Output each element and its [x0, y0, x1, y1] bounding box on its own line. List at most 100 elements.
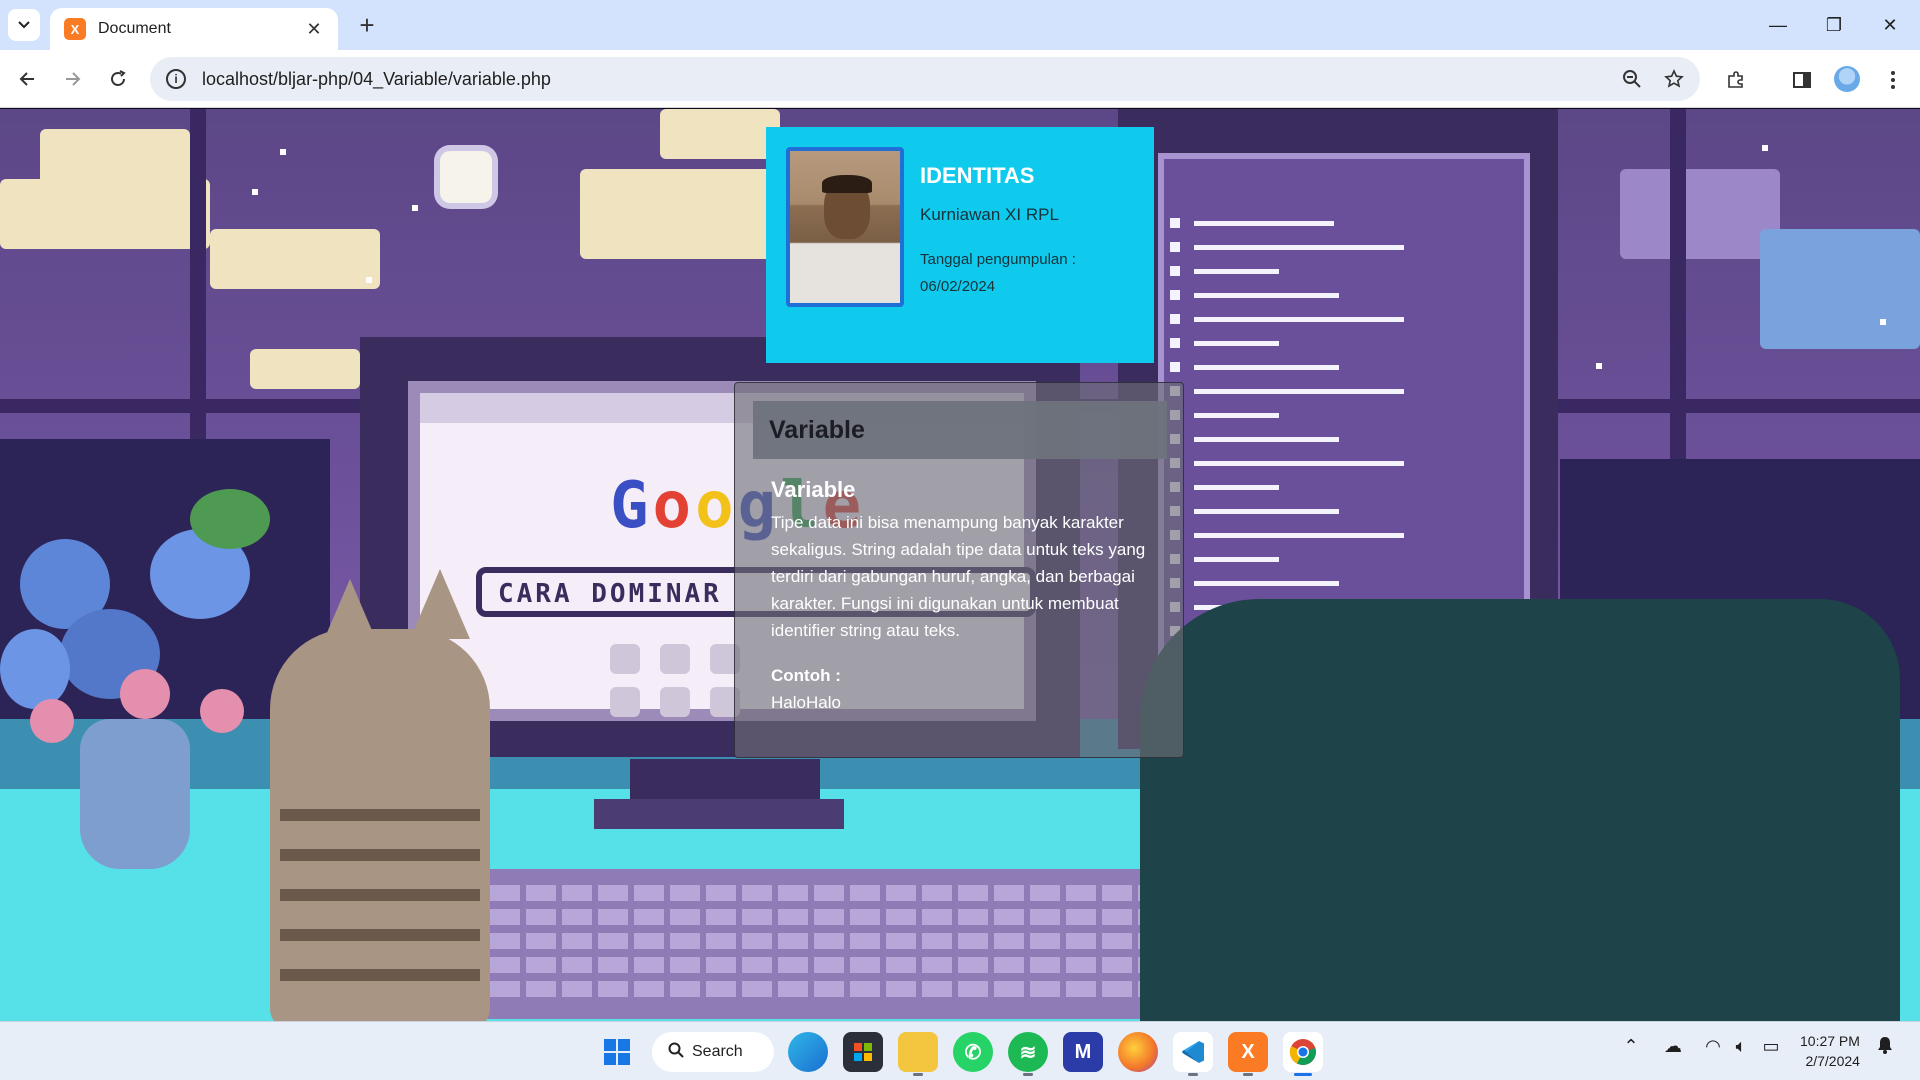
profile-avatar[interactable] [1834, 66, 1860, 92]
search-label: Search [692, 1043, 743, 1060]
extensions-puzzle-icon[interactable] [1720, 64, 1752, 96]
bookmark-star-icon[interactable] [1658, 67, 1690, 91]
vase [80, 719, 190, 869]
windows-start-icon[interactable] [597, 1032, 637, 1072]
code-line [1194, 509, 1339, 514]
minimize-button[interactable]: — [1758, 10, 1798, 40]
chrome-icon[interactable] [1283, 1032, 1323, 1072]
code-line [1194, 269, 1279, 274]
wifi-icon[interactable]: ◠ [1698, 1036, 1728, 1057]
code-line [1194, 485, 1279, 490]
tab-search-button[interactable] [8, 9, 40, 41]
back-button[interactable] [12, 63, 44, 95]
chair [1140, 599, 1900, 1021]
show-hidden-icons-chevron-icon[interactable]: ⌃ [1616, 1036, 1646, 1057]
running-indicator [1023, 1073, 1033, 1076]
cat-stripe [280, 809, 480, 821]
taskbar-search[interactable]: Search [652, 1032, 774, 1072]
star [412, 205, 418, 211]
address-bar[interactable]: i localhost/bljar-php/04_Variable/variab… [150, 57, 1700, 101]
xampp-icon[interactable]: X [1228, 1032, 1268, 1072]
variable-card: Variable Variable Tipe data ini bisa men… [734, 382, 1184, 758]
cloud [660, 109, 780, 159]
variable-description: Tipe data ini bisa menampung banyak kara… [771, 513, 1146, 640]
onedrive-cloud-icon[interactable]: ☁ [1658, 1036, 1688, 1057]
edge-icon[interactable] [788, 1032, 828, 1072]
keyboard-row [490, 957, 1150, 973]
taskbar-clock[interactable]: 10:27 PM 2/7/2024 [1800, 1031, 1860, 1071]
submission-date-label: Tanggal pengumpulan : [920, 251, 1076, 268]
tab-title: Document [98, 20, 171, 37]
pink-flower [30, 699, 74, 743]
cloud [1760, 229, 1920, 349]
volume-icon[interactable]: 🔈︎ [1726, 1036, 1756, 1057]
file-explorer-icon[interactable] [898, 1032, 938, 1072]
cat-stripe [280, 889, 480, 901]
tab-close-button[interactable]: ✕ [302, 19, 326, 40]
code-line [1194, 461, 1404, 466]
side-panel-icon[interactable] [1786, 64, 1818, 96]
example-label: Contoh : [771, 666, 841, 685]
star [1880, 319, 1886, 325]
reload-button[interactable] [102, 63, 134, 95]
leaf [190, 489, 270, 549]
whatsapp-icon[interactable]: ✆ [953, 1032, 993, 1072]
variable-card-title: Variable [769, 415, 865, 444]
code-line [1194, 533, 1404, 538]
code-bullet [1170, 218, 1180, 228]
photo-hair [822, 175, 872, 193]
url-text[interactable]: localhost/bljar-php/04_Variable/variable… [202, 69, 551, 90]
clock-time: 10:27 PM [1800, 1033, 1860, 1049]
code-line [1194, 581, 1339, 586]
monitor-stand-base [594, 799, 844, 829]
cloud [250, 349, 360, 389]
arrow-right-icon [66, 72, 81, 86]
cat-ear [320, 579, 380, 649]
code-line [1194, 365, 1339, 370]
vscode-icon[interactable] [1173, 1032, 1213, 1072]
search-icon [668, 1042, 684, 1063]
mindmanager-icon[interactable]: M [1063, 1032, 1103, 1072]
keyboard-row [490, 909, 1150, 925]
moon-icon [440, 151, 492, 203]
monitor-stand [630, 759, 820, 799]
keyboard-row [490, 885, 1150, 901]
notification-bell-icon[interactable] [1870, 1036, 1900, 1059]
running-indicator [1243, 1073, 1253, 1076]
menu-dots-icon[interactable] [1877, 64, 1909, 96]
pink-flower [120, 669, 170, 719]
student-name: Kurniawan XI RPL [920, 205, 1059, 224]
zoom-icon[interactable] [1616, 67, 1648, 91]
battery-icon[interactable]: ▭ [1756, 1036, 1786, 1057]
pixel-dot [660, 687, 690, 717]
restore-button[interactable]: ❐ [1814, 10, 1854, 40]
reload-icon [111, 70, 126, 86]
code-line [1194, 557, 1279, 562]
code-bullet [1170, 338, 1180, 348]
xampp-favicon-icon: X [64, 18, 86, 40]
new-tab-button[interactable]: + [352, 10, 382, 40]
code-bullet [1170, 266, 1180, 276]
cat-stripe [280, 969, 480, 981]
forward-button[interactable] [56, 63, 88, 95]
clock-date: 2/7/2024 [1805, 1053, 1860, 1069]
arrow-left-icon [19, 72, 34, 86]
code-line [1194, 413, 1279, 418]
browser-toolbar: i localhost/bljar-php/04_Variable/variab… [0, 50, 1920, 108]
submission-date: 06/02/2024 [920, 278, 996, 295]
cloud [1620, 169, 1780, 259]
firefox-icon[interactable] [1118, 1032, 1158, 1072]
close-window-button[interactable]: ✕ [1870, 10, 1910, 40]
pixel-dot [660, 644, 690, 674]
code-bullet [1170, 290, 1180, 300]
cat-stripe [280, 849, 480, 861]
running-indicator [913, 1073, 923, 1076]
browser-tab[interactable]: X Document ✕ [50, 8, 338, 50]
pixel-dot [610, 644, 640, 674]
keyboard-row [490, 933, 1150, 949]
tab-strip: X Document ✕ + — ❐ ✕ [0, 0, 1920, 50]
microsoft-store-icon[interactable] [843, 1032, 883, 1072]
site-info-icon[interactable]: i [166, 69, 186, 89]
variable-heading: Variable [771, 477, 856, 502]
spotify-icon[interactable]: ≋ [1008, 1032, 1048, 1072]
